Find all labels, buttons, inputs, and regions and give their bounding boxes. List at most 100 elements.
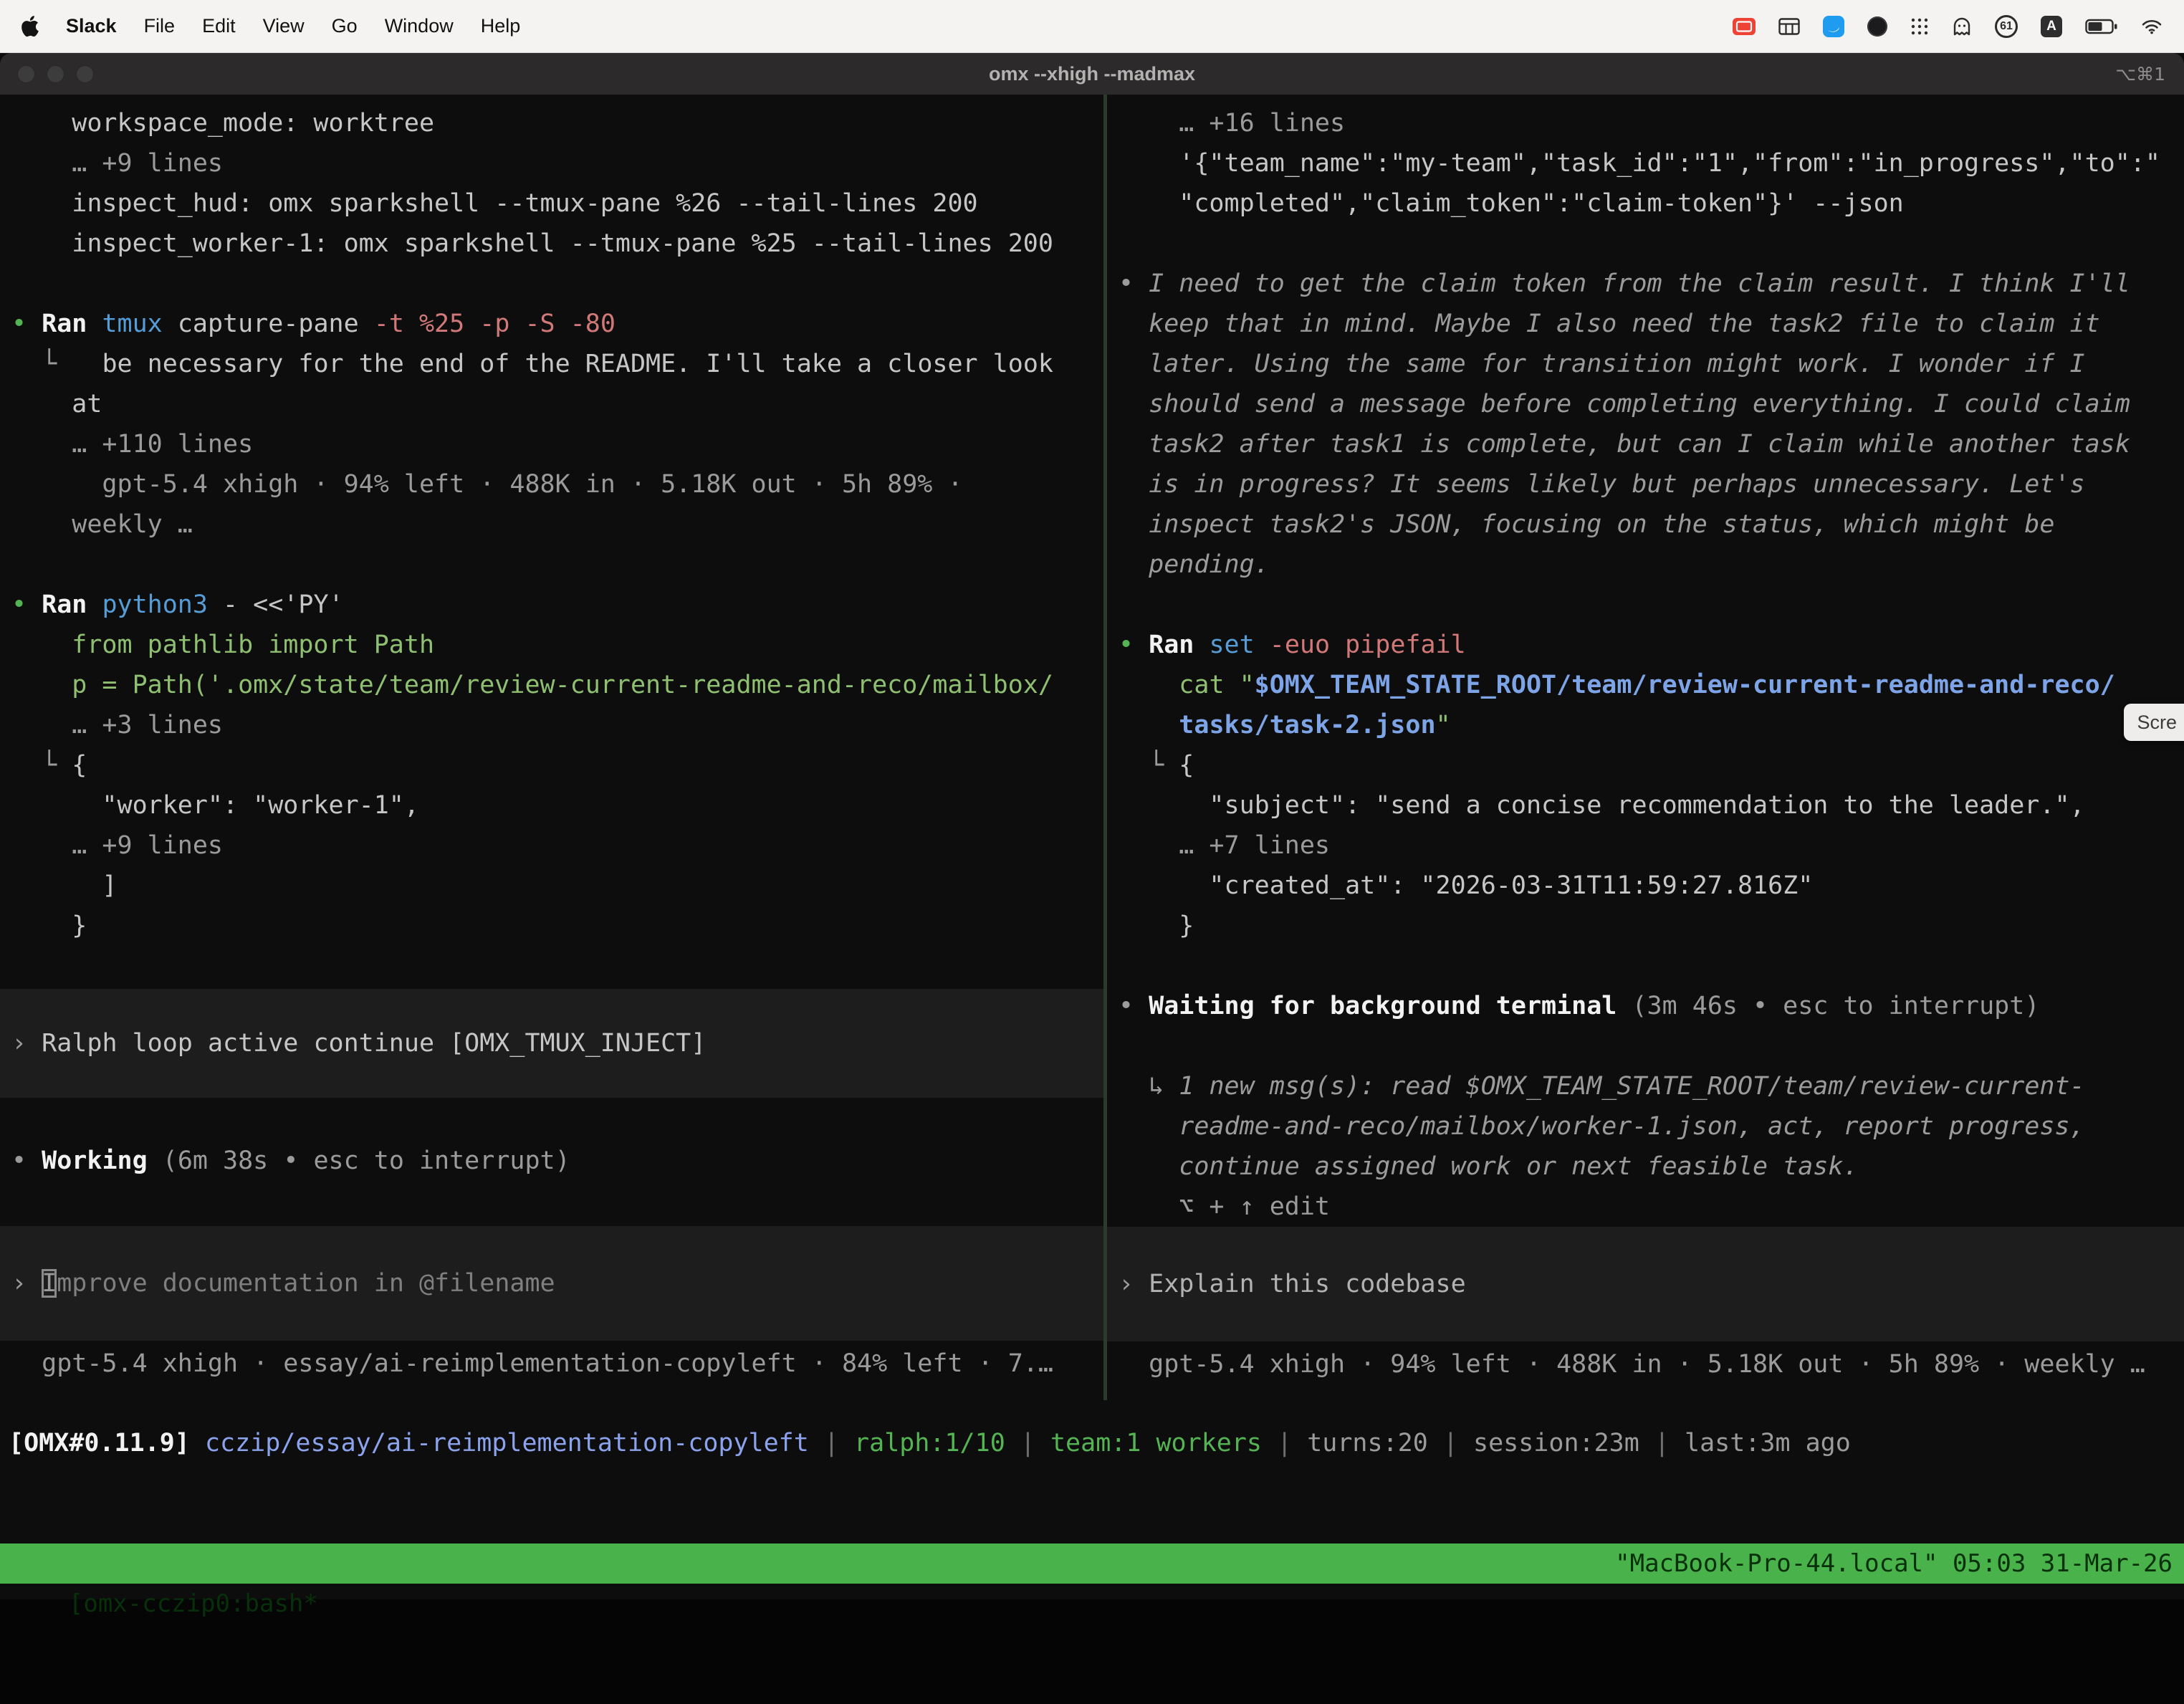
terminal-line: • I need to get the claim token from the…	[1107, 264, 2184, 304]
dots-grid-icon[interactable]	[1910, 17, 1929, 36]
ghost-icon[interactable]	[1952, 17, 1972, 36]
queued-message-band[interactable]: › Ralph loop active continue [OMX_TMUX_I…	[0, 989, 1103, 1098]
terminal-line: "worker": "worker-1",	[0, 785, 1103, 825]
terminal-line: › Improve documentation in @filename	[0, 1263, 1103, 1303]
tmux-session-label: [omx-cczip0:bash*	[59, 1589, 318, 1618]
terminal-line: … +3 lines	[0, 705, 1103, 745]
terminal-line	[1107, 1026, 2184, 1066]
menu-items: File Edit View Go Window Help	[144, 15, 521, 37]
window-shortcut-hint: ⌥⌘1	[2115, 64, 2165, 85]
terminal-line	[1107, 224, 2184, 264]
menu-edit[interactable]: Edit	[202, 15, 236, 37]
menu-status-icons: 61 A	[1733, 15, 2163, 38]
terminal-pane-left[interactable]: workspace_mode: worktree … +9 lines insp…	[0, 95, 1103, 1400]
terminal-line: "completed","claim_token":"claim-token"}…	[1107, 183, 2184, 224]
omx-status-bar: [OMX#0.11.9] cczip/essay/ai-reimplementa…	[0, 1423, 2184, 1463]
blue-app-icon[interactable]	[1823, 16, 1844, 37]
terminal-line	[0, 264, 1103, 304]
scrollback-output: workspace_mode: worktree … +9 lines insp…	[0, 103, 1103, 946]
input-source-icon[interactable]: A	[2041, 16, 2062, 37]
grid-icon[interactable]	[1778, 18, 1800, 35]
terminal-line: • Ran set -euo pipefail	[1107, 625, 2184, 665]
window-controls	[0, 65, 94, 83]
battery-percent-ring[interactable]: 61	[1995, 15, 2018, 38]
terminal-line: … +9 lines	[0, 143, 1103, 183]
terminal-line: ↳ 1 new msg(s): read $OMX_TEAM_STATE_ROO…	[1107, 1066, 2184, 1106]
screen-share-pill[interactable]: Scre	[2124, 704, 2184, 741]
terminal-line: › Explain this codebase	[1107, 1264, 2184, 1304]
menu-go[interactable]: Go	[332, 15, 358, 37]
terminal-line: should send a message before completing …	[1107, 384, 2184, 424]
terminal-line: later. Using the same for transition mig…	[1107, 344, 2184, 384]
terminal-line: … +110 lines	[0, 424, 1103, 464]
terminal-line: task2 after task1 is complete, but can I…	[1107, 424, 2184, 464]
window-title-bar: omx --xhigh --madmax ⌥⌘1	[0, 53, 2184, 95]
menu-help[interactable]: Help	[481, 15, 521, 37]
screen-recording-indicator[interactable]	[1733, 18, 1756, 35]
menu-window[interactable]: Window	[385, 15, 454, 37]
window-title: omx --xhigh --madmax	[0, 63, 2184, 85]
pane-status-line: gpt-5.4 xhigh · 94% left · 488K in · 5.1…	[1107, 1344, 2184, 1384]
terminal-line: }	[0, 906, 1103, 946]
terminal-line: pending.	[1107, 545, 2184, 585]
terminal-line: inspect_worker-1: omx sparkshell --tmux-…	[0, 224, 1103, 264]
terminal-line: "subject": "send a concise recommendatio…	[1107, 785, 2184, 825]
wifi-icon[interactable]	[2141, 18, 2163, 35]
prompt-input-band[interactable]: › Improve documentation in @filename	[0, 1226, 1103, 1341]
battery-percent-label: 61	[2000, 20, 2013, 33]
terminal-line	[1107, 585, 2184, 625]
terminal-line: workspace_mode: worktree	[0, 103, 1103, 143]
terminal-line: is in progress? It seems likely but perh…	[1107, 464, 2184, 504]
macos-menu-bar: Slack File Edit View Go Window Help 61 A	[0, 0, 2184, 53]
scrollback-output: … +16 lines '{"team_name":"my-team","tas…	[1107, 103, 2184, 1227]
terminal-pane-right[interactable]: … +16 lines '{"team_name":"my-team","tas…	[1107, 95, 2184, 1400]
terminal-line: └ be necessary for the end of the README…	[0, 344, 1103, 384]
terminal-line	[1107, 946, 2184, 986]
terminal-line: └ {	[0, 745, 1103, 785]
terminal-window: omx --xhigh --madmax ⌥⌘1 workspace_mode:…	[0, 53, 2184, 1599]
menu-app-name[interactable]: Slack	[66, 15, 117, 37]
menu-view[interactable]: View	[263, 15, 305, 37]
tmux-status-bar: [omx-cczip0:bash* "MacBook-Pro-44.local"…	[0, 1543, 2184, 1584]
terminal-line: ⌥ + ↑ edit	[1107, 1187, 2184, 1227]
terminal-line: gpt-5.4 xhigh · essay/ai-reimplementatio…	[0, 1344, 1103, 1384]
terminal-line: at	[0, 384, 1103, 424]
terminal-line: • Ran python3 - <<'PY'	[0, 585, 1103, 625]
terminal-line: readme-and-reco/mailbox/worker-1.json, a…	[1107, 1106, 2184, 1147]
apple-menu-icon[interactable]	[21, 16, 39, 37]
terminal-line: … +7 lines	[1107, 825, 2184, 866]
terminal-line: gpt-5.4 xhigh · 94% left · 488K in · 5.1…	[0, 464, 1103, 504]
pane-status-line: gpt-5.4 xhigh · essay/ai-reimplementatio…	[0, 1344, 1103, 1384]
terminal-line: • Working (6m 38s • esc to interrupt)	[0, 1141, 1103, 1181]
menu-file[interactable]: File	[144, 15, 176, 37]
terminal-line: cat "$OMX_TEAM_STATE_ROOT/team/review-cu…	[1107, 665, 2184, 705]
tmux-host-clock: "MacBook-Pro-44.local" 05:03 31-Mar-26	[1615, 1543, 2173, 1584]
terminal-line: keep that in mind. Maybe I also need the…	[1107, 304, 2184, 344]
terminal-line: "created_at": "2026-03-31T11:59:27.816Z"	[1107, 866, 2184, 906]
terminal-line: inspect task2's JSON, focusing on the st…	[1107, 504, 2184, 545]
terminal-line	[0, 545, 1103, 585]
terminal-line: inspect_hud: omx sparkshell --tmux-pane …	[0, 183, 1103, 224]
battery-icon[interactable]	[2085, 19, 2118, 34]
prompt-input-band[interactable]: › Explain this codebase	[1107, 1227, 2184, 1341]
terminal-line: tasks/task-2.json"	[1107, 705, 2184, 745]
minimize-button[interactable]	[47, 65, 64, 83]
terminal-line: gpt-5.4 xhigh · 94% left · 488K in · 5.1…	[1107, 1344, 2184, 1384]
tmux-panes: workspace_mode: worktree … +9 lines insp…	[0, 95, 2184, 1400]
terminal-line: continue assigned work or next feasible …	[1107, 1147, 2184, 1187]
close-button[interactable]	[17, 65, 35, 83]
menu-bar-left: Slack File Edit View Go Window Help	[21, 15, 520, 37]
terminal-line: ]	[0, 866, 1103, 906]
terminal-line: └ {	[1107, 745, 2184, 785]
terminal-line: … +9 lines	[0, 825, 1103, 866]
terminal-line: weekly …	[0, 504, 1103, 545]
terminal-line: • Ran tmux capture-pane -t %25 -p -S -80	[0, 304, 1103, 344]
terminal-line: › Ralph loop active continue [OMX_TMUX_I…	[0, 1023, 1103, 1063]
terminal-line: }	[1107, 906, 2184, 946]
terminal-line: '{"team_name":"my-team","task_id":"1","f…	[1107, 143, 2184, 183]
dark-app-icon[interactable]	[1867, 16, 1887, 37]
terminal-line: • Waiting for background terminal (3m 46…	[1107, 986, 2184, 1026]
zoom-button[interactable]	[76, 65, 94, 83]
terminal-line: from pathlib import Path	[0, 625, 1103, 665]
terminal-line: p = Path('.omx/state/team/review-current…	[0, 665, 1103, 705]
